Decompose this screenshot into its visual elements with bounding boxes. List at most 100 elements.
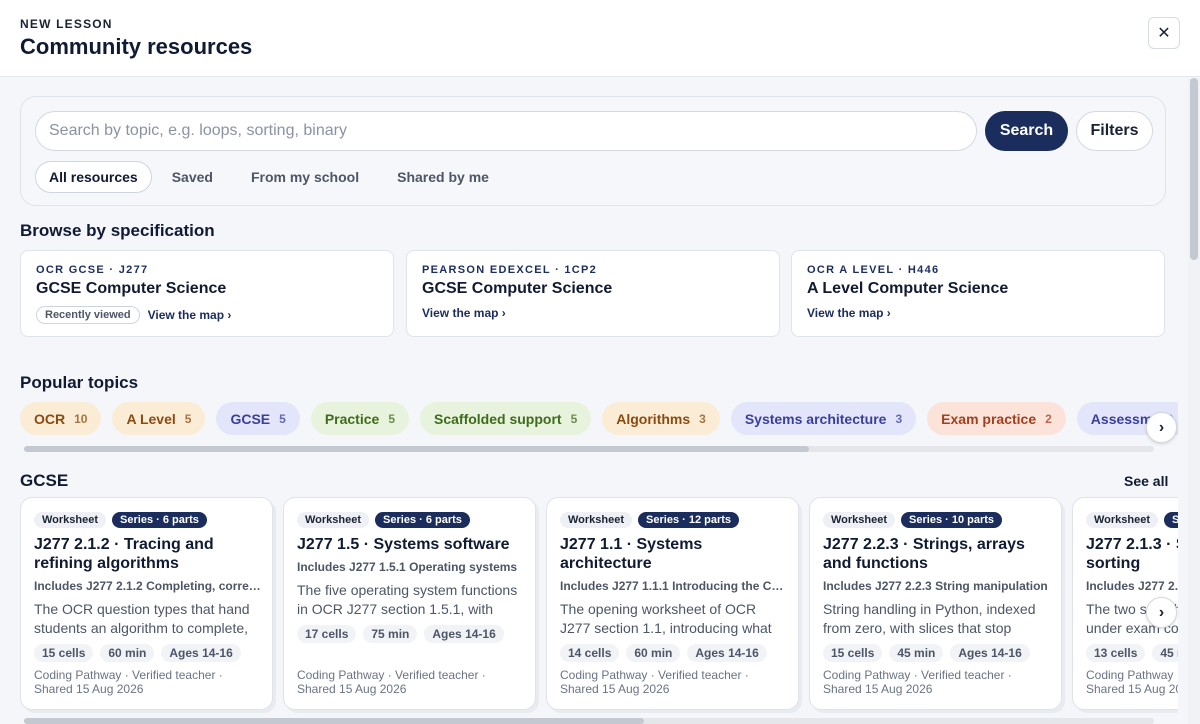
vertical-scrollbar-thumb[interactable] [1190,78,1198,260]
vertical-scrollbar[interactable] [1188,78,1200,724]
page-title: Community resources [20,34,253,59]
view-map-link[interactable]: View the map › [807,306,891,320]
duration: 60 min [100,644,155,662]
spec-board: PEARSON EDEXCEL · 1CP2 [422,264,598,276]
topic-chip[interactable]: GCSE 5 [216,402,300,435]
cells-count: 13 cells [1086,644,1146,662]
topic-chip-count: 2 [1045,411,1052,426]
chevron-right-icon: › [1158,603,1165,621]
card-attribution: Coding Pathway · Verified teacher · Shar… [823,668,1012,696]
card-description: The OCR question types that hand student… [34,601,250,636]
series-badge: Series · 10 parts [901,512,1003,528]
spec-card-ocr-gcse[interactable]: OCR GCSE · J277 GCSE Computer Science Re… [20,250,394,337]
cards-next-button[interactable]: › [1146,597,1177,628]
card-attribution: Coding Pathway · Verified teacher · Shar… [34,668,223,696]
search-panel: Search by topic, e.g. loops, sorting, bi… [20,96,1166,206]
spec-board: OCR A LEVEL · H446 [807,264,940,276]
topic-chip[interactable]: Practice 5 [310,402,409,435]
cards-scrollbar-thumb[interactable] [24,718,644,724]
resource-card[interactable]: Worksheet Series · 12 parts J277 1.1 · Sys… [546,497,799,710]
cells-count: 14 cells [560,644,620,662]
card-description: The five operating system functions in O… [297,582,518,617]
card-title: J277 1.1 · Systems architecture [560,536,703,572]
card-description: String handling in Python, indexed from … [823,601,1036,636]
tab-shared-by-me[interactable]: Shared by me [379,161,507,193]
duration: 45 min [889,644,944,662]
resource-type-badge: Worksheet [1086,512,1159,528]
resource-type-badge: Worksheet [297,512,370,528]
topic-chip[interactable]: Algorithms 3 [602,402,720,435]
resource-card[interactable]: Worksheet Series · 6 parts J277 2.1.2 · Tr… [20,497,273,710]
card-title: J277 2.1.2 · Tracing and refining algori… [34,536,214,572]
age-range: Ages 14-16 [687,644,767,662]
cards-scrollbar[interactable] [24,718,1154,724]
spec-title: A Level Computer Science [807,280,1009,297]
resource-type-badge: Worksheet [823,512,896,528]
topic-chip[interactable]: Scaffolded support 5 [420,402,592,435]
resource-type-badge: Worksheet [560,512,633,528]
spec-card-ocr-a-level[interactable]: OCR A LEVEL · H446 A Level Computer Scie… [791,250,1165,337]
topic-chip-label: Exam practice [941,410,1037,427]
topic-chip-label: GCSE [230,410,271,427]
search-button[interactable]: Search [985,111,1068,151]
series-badge: Series · 12 parts [638,512,740,528]
see-all-link[interactable]: See all [1124,473,1168,489]
filters-button[interactable]: Filters [1076,111,1153,151]
view-map-link[interactable]: View the map › [148,308,232,322]
topic-chip-count: 5 [279,411,286,426]
recently-viewed-badge: Recently viewed [36,306,140,324]
topics-next-button[interactable]: › [1146,412,1177,443]
close-icon: ✕ [1157,25,1171,42]
topic-chip-label: Systems architecture [744,410,887,427]
duration: 75 min [363,625,418,643]
tab-all-resources[interactable]: All resources [35,161,152,193]
series-badge: Series · 6 parts [375,512,470,528]
chevron-right-icon: › [1158,418,1165,436]
topic-chip-label: Algorithms [616,410,691,427]
topics-scrollbar-thumb[interactable] [24,446,809,452]
topic-chip-label: Scaffolded support [434,410,562,427]
topic-chip[interactable]: A Level 5 [112,402,206,435]
resource-card[interactable]: Worksheet Series · 6 parts J277 1.5 · Syst… [283,497,536,710]
gcse-heading: GCSE [20,471,69,490]
card-includes: Includes J277 1.1.1 Introducing the CPU [560,579,788,593]
topic-chip-count: 3 [699,411,706,426]
topic-chip[interactable]: Systems architecture 3 [730,402,917,435]
series-badge: Series · 6 parts [112,512,207,528]
card-includes: Includes J277 2.1.3 Searching algorithms [1086,579,1178,593]
duration: 60 min [626,644,681,662]
cells-count: 15 cells [34,644,94,662]
card-includes: Includes J277 1.5.1 Operating systems [297,560,518,574]
spec-title: GCSE Computer Science [422,280,613,297]
card-title: J277 2.2.3 · Strings, arrays and functio… [823,536,1025,572]
topic-chip[interactable]: Exam practice 2 [927,402,1066,435]
age-range: Ages 14-16 [950,644,1030,662]
card-title: J277 2.1.3 · Searching and sorting [1086,536,1178,572]
view-map-link[interactable]: View the map › [422,306,506,320]
resource-card[interactable]: Worksheet Series · 10 parts J277 2.2.3 · S… [809,497,1062,710]
resource-tabs: All resources Saved From my school Share… [35,161,507,193]
topic-chip[interactable]: OCR 10 [20,402,102,435]
search-placeholder: Search by topic, e.g. loops, sorting, bi… [49,122,347,139]
age-range: Ages 14-16 [161,644,241,662]
card-attribution: Coding Pathway · Verified teacher · Shar… [297,668,486,696]
topics-scrollbar[interactable] [24,446,1154,452]
topic-chips-scroller: OCR 10 A Level 5 GCSE 5 Practice 5 Scaffolded su… [20,402,1178,436]
header-eyebrow: NEW LESSON [20,17,113,31]
close-button[interactable]: ✕ [1148,17,1180,49]
cells-count: 17 cells [297,625,357,643]
topic-chip-count: 5 [184,411,192,426]
popular-topics-heading: Popular topics [20,373,139,392]
topic-chip-count: 5 [388,411,395,426]
card-attribution: Coding Pathway · Verified teacher · Shar… [1086,668,1178,696]
series-badge: Series · 8 parts [1164,512,1178,528]
duration: 45 min [1152,644,1178,662]
age-range: Ages 14-16 [424,625,504,643]
tab-from-my-school[interactable]: From my school [233,161,377,193]
search-input[interactable]: Search by topic, e.g. loops, sorting, bi… [35,111,977,151]
resource-type-badge: Worksheet [34,512,107,528]
spec-card-pearson-edexcel[interactable]: PEARSON EDEXCEL · 1CP2 GCSE Computer Sci… [406,250,780,337]
gcse-cards-scroller: Worksheet Series · 6 parts J277 2.1.2 · Tr… [20,497,1178,713]
tab-saved[interactable]: Saved [154,161,231,193]
card-includes: Includes J277 2.1.2 Completing, correcti… [34,579,262,593]
